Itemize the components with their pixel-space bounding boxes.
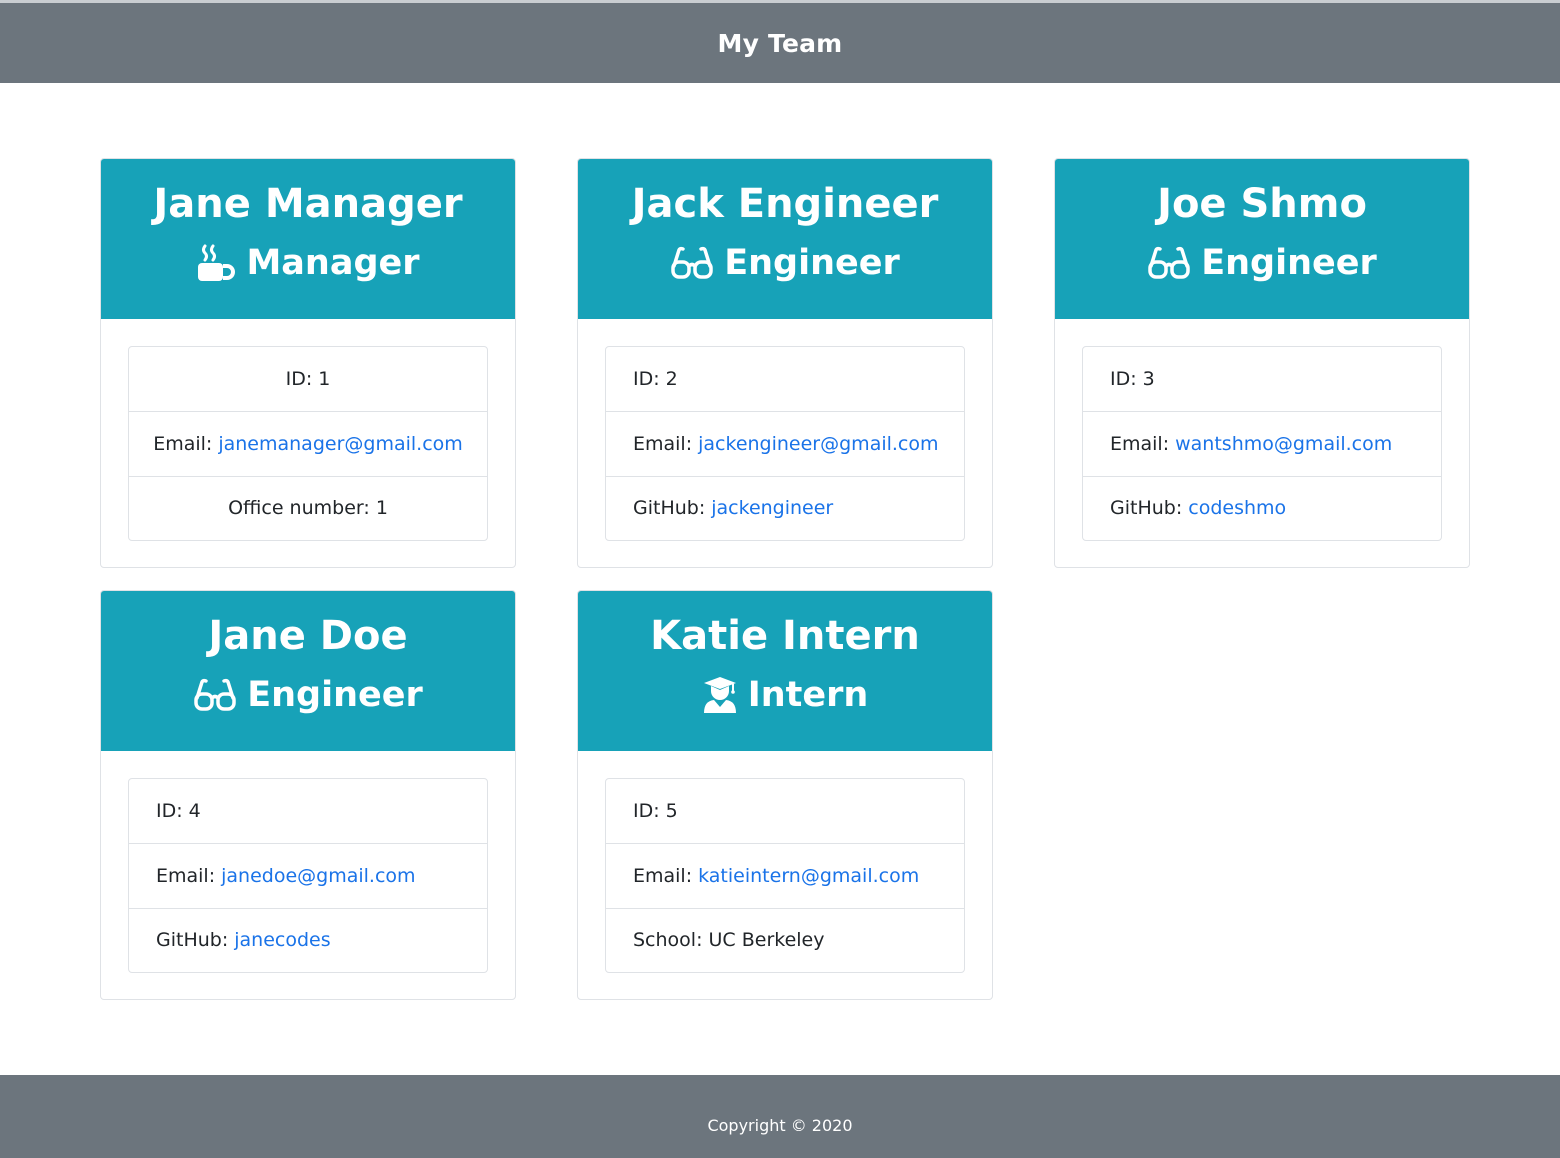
employee-name: Jack Engineer xyxy=(631,181,939,227)
coffee-icon xyxy=(196,244,236,282)
employee-card: Jack Engineer Engineer ID: 2 Email: jack… xyxy=(577,158,993,568)
info-list: ID: 3 Email: wantshmo@gmail.com GitHub: … xyxy=(1082,346,1442,541)
info-list: ID: 2 Email: jackengineer@gmail.com GitH… xyxy=(605,346,965,541)
email-item: Email: katieintern@gmail.com xyxy=(606,843,964,907)
employee-card: Katie Intern Intern ID: 5 Email: katiein… xyxy=(577,590,993,1000)
employee-role: Engineer xyxy=(1147,241,1377,285)
employee-name: Katie Intern xyxy=(650,613,920,659)
employee-role: Engineer xyxy=(670,241,900,285)
email-item: Email: wantshmo@gmail.com xyxy=(1083,411,1441,475)
employee-name: Joe Shmo xyxy=(1157,181,1367,227)
role-label: Engineer xyxy=(724,243,900,283)
copyright-text: Copyright © 2020 xyxy=(707,1116,853,1135)
email-label: Email: xyxy=(633,432,693,455)
school-item: School: UC Berkeley xyxy=(606,907,964,972)
github-label: GitHub: xyxy=(1110,497,1183,520)
role-label: Engineer xyxy=(1201,243,1377,283)
github-item: GitHub: codeshmo xyxy=(1083,475,1441,540)
employee-role: Engineer xyxy=(193,673,423,717)
card-header: Jane Manager Manager xyxy=(101,159,515,319)
email-link[interactable]: janemanager@gmail.com xyxy=(218,433,462,455)
employee-role: Manager xyxy=(196,241,420,285)
email-link[interactable]: wantshmo@gmail.com xyxy=(1175,433,1392,455)
page-footer: Copyright © 2020 xyxy=(0,1075,1560,1158)
employee-card: Jane Doe Engineer ID: 4 Email: janedoe@g… xyxy=(100,590,516,1000)
id-item: ID: 3 xyxy=(1110,368,1155,391)
id-item: ID: 4 xyxy=(156,800,201,823)
office-number-item: Office number: 1 xyxy=(129,475,487,540)
role-label: Engineer xyxy=(247,675,423,715)
email-label: Email: xyxy=(1110,432,1170,455)
github-item: GitHub: jackengineer xyxy=(606,475,964,540)
email-link[interactable]: jackengineer@gmail.com xyxy=(698,433,938,455)
glasses-icon xyxy=(670,246,714,280)
email-link[interactable]: katieintern@gmail.com xyxy=(698,865,919,887)
id-item: ID: 5 xyxy=(633,800,678,823)
employee-role: Intern xyxy=(702,673,869,717)
glasses-icon xyxy=(1147,246,1191,280)
page-header: My Team xyxy=(0,3,1560,83)
email-item: Email: janemanager@gmail.com xyxy=(129,411,487,475)
employee-card: Joe Shmo Engineer ID: 3 Email: wantshmo@… xyxy=(1054,158,1470,568)
id-item: ID: 2 xyxy=(633,368,678,391)
email-label: Email: xyxy=(633,864,693,887)
github-item: GitHub: janecodes xyxy=(129,907,487,972)
email-item: Email: janedoe@gmail.com xyxy=(129,843,487,907)
info-list: ID: 5 Email: katieintern@gmail.com Schoo… xyxy=(605,778,965,973)
github-label: GitHub: xyxy=(633,497,706,520)
role-label: Intern xyxy=(747,675,869,715)
id-item: ID: 1 xyxy=(285,368,331,391)
github-link[interactable]: janecodes xyxy=(234,929,330,951)
employee-card: Jane Manager Manager ID: 1 Email: janema… xyxy=(100,158,516,568)
role-label: Manager xyxy=(246,243,420,283)
info-list: ID: 1 Email: janemanager@gmail.com Offic… xyxy=(128,346,488,541)
card-header: Joe Shmo Engineer xyxy=(1055,159,1469,319)
email-label: Email: xyxy=(153,432,213,455)
email-label: Email: xyxy=(156,864,216,887)
email-item: Email: jackengineer@gmail.com xyxy=(606,411,964,475)
page-title: My Team xyxy=(717,28,843,58)
graduate-icon xyxy=(702,676,738,714)
github-label: GitHub: xyxy=(156,929,229,952)
github-link[interactable]: codeshmo xyxy=(1188,497,1286,519)
card-header: Katie Intern Intern xyxy=(578,591,992,751)
employee-name: Jane Doe xyxy=(208,613,408,659)
glasses-icon xyxy=(193,678,237,712)
card-header: Jane Doe Engineer xyxy=(101,591,515,751)
employee-name: Jane Manager xyxy=(153,181,463,227)
info-list: ID: 4 Email: janedoe@gmail.com GitHub: j… xyxy=(128,778,488,973)
email-link[interactable]: janedoe@gmail.com xyxy=(221,865,415,887)
github-link[interactable]: jackengineer xyxy=(711,497,833,519)
card-header: Jack Engineer Engineer xyxy=(578,159,992,319)
